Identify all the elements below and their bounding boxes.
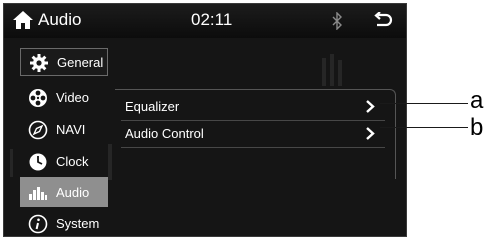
callout-line-b bbox=[380, 127, 468, 128]
audio-settings-panel: Equalizer Audio Control bbox=[115, 89, 396, 179]
audio-control-label: Audio Control bbox=[125, 126, 204, 141]
audio-control-row[interactable]: Audio Control bbox=[115, 121, 385, 146]
sidebar-item-label: Video bbox=[56, 90, 90, 105]
compass-icon bbox=[28, 120, 48, 140]
background-decoration bbox=[322, 58, 326, 86]
back-icon[interactable] bbox=[373, 12, 393, 30]
sidebar-item-video[interactable]: Video bbox=[20, 84, 108, 112]
header-bar: Audio 02:11 bbox=[4, 4, 406, 38]
clock-time: 02:11 bbox=[191, 10, 233, 29]
callout-label-a: a bbox=[470, 87, 484, 114]
sidebar-item-audio[interactable]: Audio bbox=[20, 177, 108, 207]
background-decoration bbox=[108, 144, 112, 180]
head-unit-screen: Audio 02:11 General Video NAVI Clock Aud… bbox=[3, 3, 407, 237]
divider bbox=[121, 147, 385, 148]
background-decoration bbox=[338, 60, 342, 86]
sidebar-item-clock[interactable]: Clock bbox=[20, 148, 108, 176]
equalizer-icon bbox=[29, 187, 47, 200]
bluetooth-icon bbox=[332, 12, 342, 30]
clock-icon bbox=[29, 153, 47, 171]
sidebar-item-system[interactable]: System bbox=[20, 210, 108, 236]
home-icon[interactable] bbox=[12, 10, 34, 30]
app-title: Audio bbox=[38, 10, 82, 29]
sidebar-item-navi[interactable]: NAVI bbox=[20, 116, 108, 144]
background-decoration bbox=[330, 54, 334, 86]
chevron-right-icon bbox=[366, 127, 375, 140]
sidebar-item-label: System bbox=[56, 216, 100, 231]
background-decoration bbox=[10, 149, 13, 177]
gear-icon bbox=[30, 54, 48, 72]
info-icon bbox=[28, 214, 48, 234]
sidebar-item-label: General bbox=[57, 55, 104, 70]
sidebar-item-label: Clock bbox=[56, 154, 89, 169]
callout-line-a bbox=[380, 103, 468, 104]
callout-label-b: b bbox=[470, 114, 484, 141]
sidebar-item-label: NAVI bbox=[56, 122, 86, 137]
equalizer-row[interactable]: Equalizer bbox=[115, 94, 385, 119]
chevron-right-icon bbox=[366, 100, 375, 113]
sidebar-item-label: Audio bbox=[56, 185, 90, 200]
sidebar-item-general[interactable]: General bbox=[20, 48, 108, 76]
equalizer-label: Equalizer bbox=[125, 99, 180, 114]
film-reel-icon bbox=[29, 89, 47, 107]
